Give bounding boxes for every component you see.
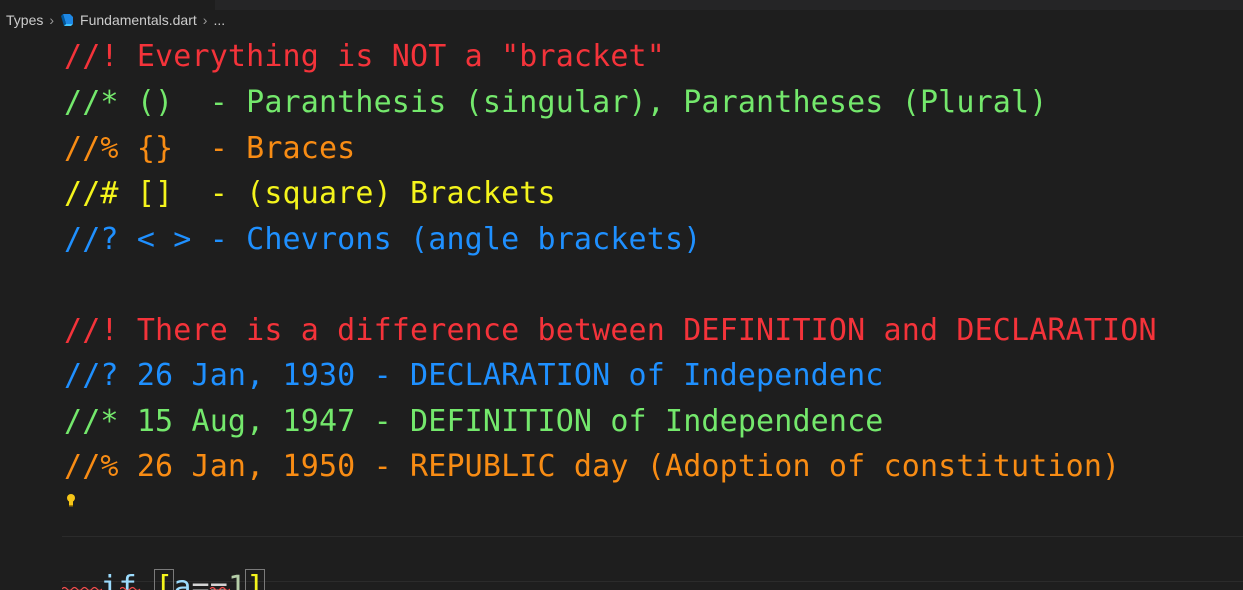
comment-line[interactable]: //? < > - Chevrons (angle brackets) [64, 223, 701, 257]
chevron-right-icon: › [202, 12, 208, 28]
comment-line[interactable]: //! Everything is NOT a "bracket" [64, 40, 665, 74]
dart-file-icon [60, 13, 74, 27]
lightbulb-icon[interactable] [66, 492, 76, 511]
breadcrumb-folder[interactable]: Types [6, 12, 43, 28]
error-squiggle [61, 576, 103, 590]
comment-line[interactable]: //? 26 Jan, 1930 - DECLARATION of Indepe… [64, 359, 884, 393]
comment-line[interactable]: //% 26 Jan, 1950 - REPUBLIC day (Adoptio… [64, 450, 1120, 484]
breadcrumb-symbol[interactable]: ... [213, 12, 225, 28]
comment-line[interactable]: //# [] - (square) Brackets [64, 177, 556, 211]
tab-strip [215, 0, 1243, 10]
breadcrumb: Types › Fundamentals.dart › ... [0, 0, 1243, 40]
comment-line[interactable]: //! There is a difference between DEFINI… [64, 314, 1157, 348]
comment-line[interactable]: //% {} - Braces [64, 132, 355, 166]
comment-line[interactable]: //* () - Paranthesis (singular), Paranth… [64, 86, 1047, 120]
code-editor[interactable]: //! Everything is NOT a "bracket" //* ()… [0, 40, 1243, 590]
chevron-right-icon: › [49, 12, 55, 28]
error-squiggle [119, 576, 231, 590]
close-bracket: ] [245, 569, 266, 590]
comment-line[interactable]: //* 15 Aug, 1947 - DEFINITION of Indepen… [64, 405, 884, 439]
number-literal: 1 [227, 570, 247, 590]
breadcrumb-file[interactable]: Fundamentals.dart [80, 12, 197, 28]
